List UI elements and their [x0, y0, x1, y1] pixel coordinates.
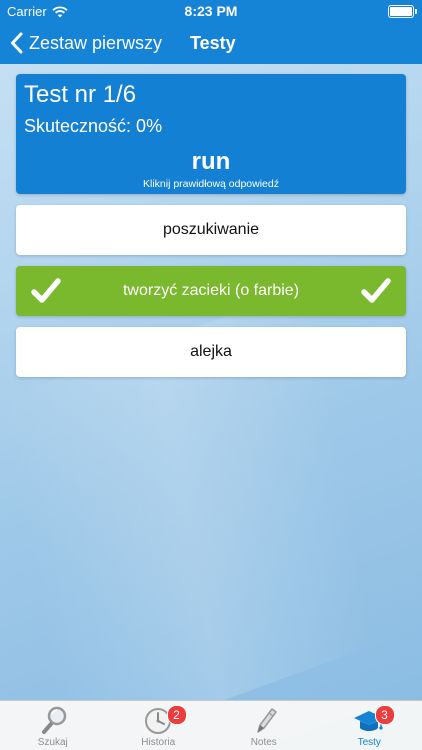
status-bar: Carrier 8:23 PM	[0, 0, 422, 22]
answer-text: tworzyć zacieki (o farbie)	[122, 282, 300, 299]
test-word: run	[191, 148, 231, 175]
tab-label: Notes	[250, 737, 277, 748]
test-hint: Kliknij prawidłową odpowiedź	[143, 178, 279, 190]
historia-badge: 2	[166, 705, 187, 725]
tab-label: Testy	[357, 737, 381, 748]
test-card: Test nr 1/6 Skuteczność: 0% run Kliknij …	[16, 74, 406, 194]
tab-bar: Szukaj Historia 2 Notes Testy 3	[0, 700, 422, 750]
checkmark-icon	[361, 278, 391, 303]
answer-text: poszukiwanie	[162, 221, 260, 238]
battery-fill	[390, 7, 412, 16]
tab-testy[interactable]: Testy 3	[317, 701, 422, 750]
back-button[interactable]: Zestaw pierwszy	[10, 28, 162, 58]
magnifier-icon	[41, 706, 66, 734]
test-score: Skuteczność: 0%	[24, 116, 163, 136]
tab-label: Szukaj	[37, 737, 68, 748]
checkmark-icon	[31, 278, 61, 303]
testy-badge: 3	[374, 705, 395, 725]
chevron-left-icon	[11, 32, 23, 54]
navigation-bar: Zestaw pierwszy Testy	[0, 22, 422, 64]
battery-icon	[388, 5, 417, 18]
answer-text: alejka	[190, 343, 232, 360]
test-title: Test nr 1/6	[24, 81, 137, 108]
tab-notes[interactable]: Notes	[211, 701, 317, 750]
tab-label: Historia	[141, 737, 176, 748]
tab-szukaj[interactable]: Szukaj	[0, 701, 106, 750]
nav-title: Testy	[190, 33, 236, 53]
tab-historia[interactable]: Historia 2	[106, 701, 212, 750]
status-time: 8:23 PM	[184, 3, 238, 19]
answer-option[interactable]: poszukiwanie	[16, 205, 406, 255]
top-bar: Carrier 8:23 PM Zestaw pierwszy Testy	[0, 0, 422, 64]
answer-option-correct[interactable]: tworzyć zacieki (o farbie)	[16, 266, 406, 316]
answer-option[interactable]: alejka	[16, 327, 406, 377]
pen-icon	[257, 708, 277, 733]
back-button-label: Zestaw pierwszy	[29, 32, 163, 53]
screen: Carrier 8:23 PM Zestaw pierwszy Testy Te…	[0, 0, 422, 750]
